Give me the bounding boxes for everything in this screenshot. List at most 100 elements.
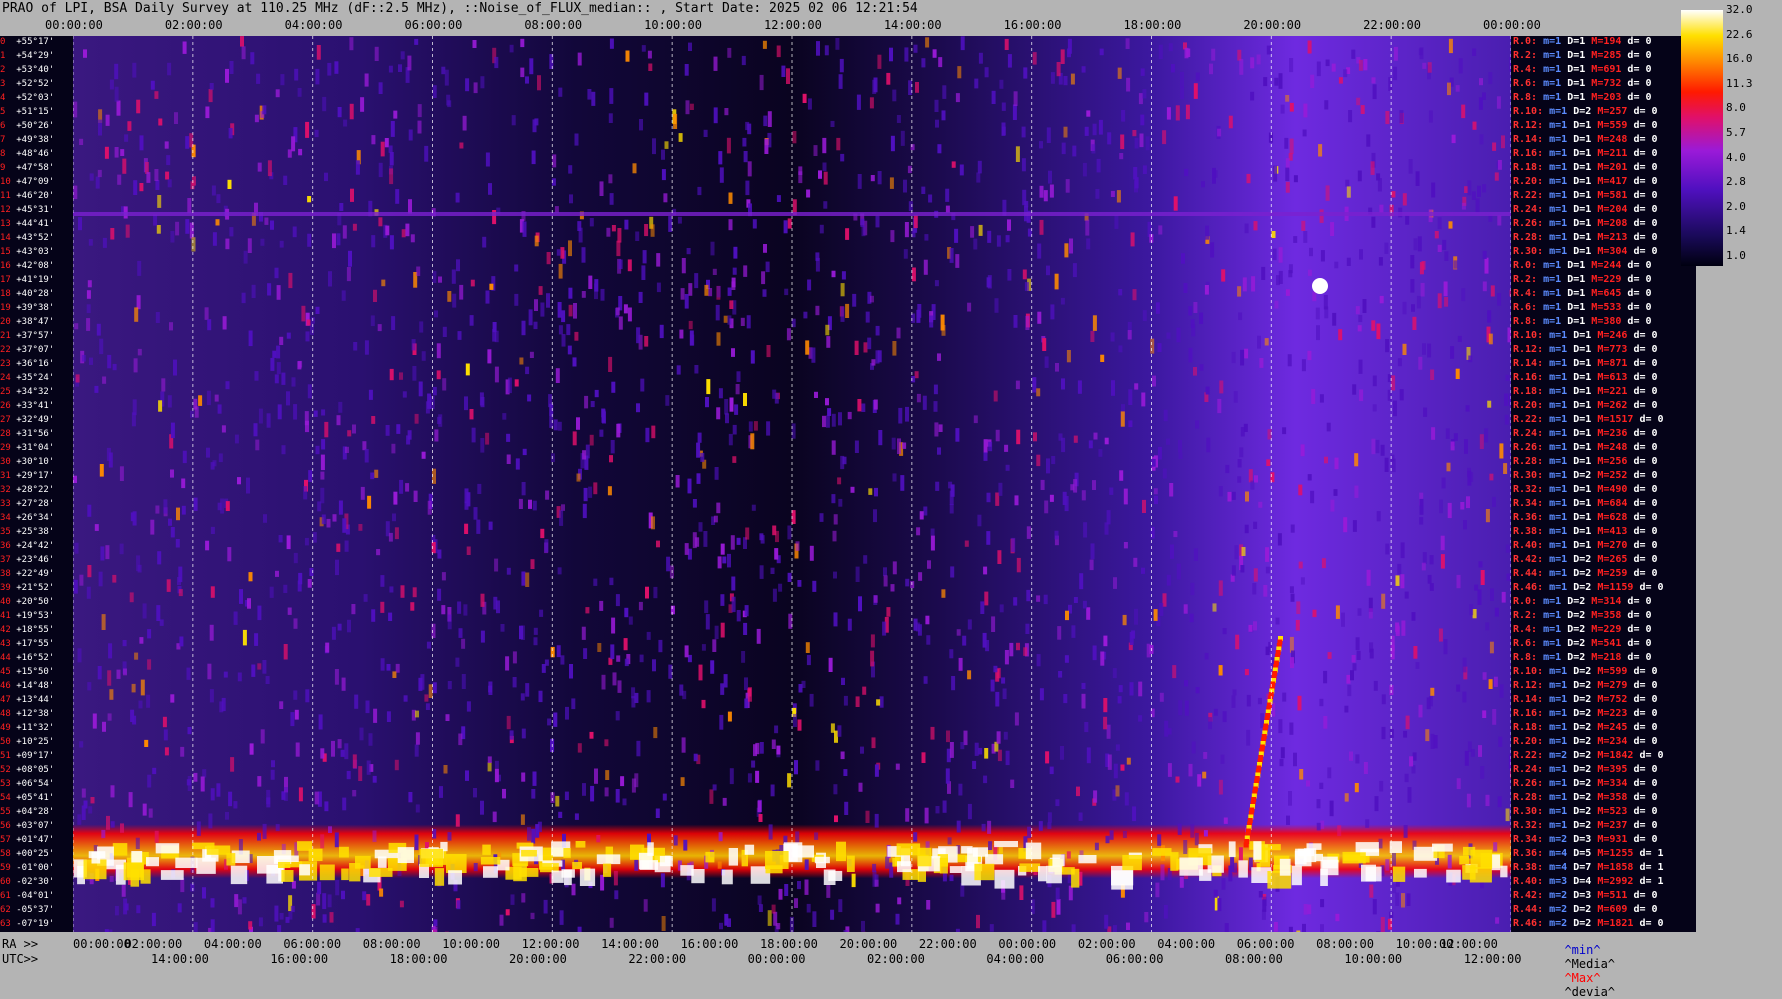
heatmap-cell (665, 141, 669, 149)
heatmap-cell (1005, 650, 1009, 664)
heatmap-cell (1113, 577, 1117, 589)
heatmap-cell (1040, 186, 1044, 198)
declination-label: 38 +22°49' (0, 568, 73, 580)
heatmap-cell (531, 559, 535, 569)
heatmap-cell (730, 398, 734, 412)
heatmap-cell (751, 350, 755, 363)
heatmap-cell (242, 293, 246, 303)
heatmap-cell (1050, 495, 1054, 502)
declination-label: 16 +42°08' (0, 260, 73, 272)
heatmap-cell (951, 484, 955, 496)
heatmap-cell (1427, 697, 1431, 709)
heatmap-cell (874, 78, 878, 93)
heatmap-cell (133, 399, 137, 415)
ra-axis-tick: 02:00:00 (124, 937, 182, 951)
beam-stat-row: R.12: m=1 D=2 M=279 d= 0 (1513, 680, 1658, 692)
beam-stat-row: R.0: m=1 D=2 M=314 d= 0 (1513, 596, 1652, 608)
heatmap-cell (398, 64, 402, 72)
heatmap-cell (1371, 320, 1375, 331)
heatmap-cell (381, 142, 385, 157)
heatmap-cell (458, 331, 462, 340)
heatmap-cell (347, 771, 351, 779)
heatmap-cell (777, 46, 781, 58)
heatmap-cell (369, 733, 373, 746)
heatmap-cell (568, 346, 572, 355)
heatmap-cell (471, 280, 475, 287)
heatmap-cell (583, 504, 587, 518)
heatmap-cell (299, 787, 303, 801)
declination-label: 42 +18°55' (0, 624, 73, 636)
heatmap-cell (92, 852, 101, 864)
heatmap-cell (401, 51, 405, 59)
heatmap-cell (1024, 201, 1028, 207)
heatmap-cell (1131, 232, 1135, 246)
heatmap-cell (1290, 139, 1294, 154)
heatmap-cell (408, 792, 412, 802)
heatmap-cell (1168, 728, 1172, 734)
heatmap-cell (1249, 625, 1253, 632)
heatmap-cell (1343, 517, 1347, 532)
heatmap-cell (848, 412, 852, 419)
heatmap-cell (448, 681, 452, 689)
heatmap-cell (1421, 283, 1425, 297)
legend-median: ^Media^ (1564, 957, 1615, 971)
heatmap-cell (444, 765, 448, 774)
heatmap-cell (108, 930, 112, 932)
heatmap-cell (365, 340, 369, 354)
heatmap-cell (588, 276, 592, 289)
heatmap-cell (279, 535, 283, 542)
heatmap-cell (558, 567, 562, 574)
heatmap-cell (1174, 196, 1178, 210)
heatmap-cell (1358, 315, 1362, 322)
heatmap-cell (335, 560, 339, 575)
heatmap-cell (1382, 727, 1386, 739)
heatmap-cell (767, 345, 771, 357)
heatmap-cell (514, 265, 518, 272)
heatmap-cell (991, 616, 995, 632)
heatmap-cell (1290, 586, 1294, 593)
heatmap-cell (576, 841, 586, 848)
heatmap-cell (665, 395, 669, 406)
heatmap-cell (321, 439, 325, 449)
heatmap-cell (718, 862, 722, 869)
heatmap-cell (1172, 665, 1176, 678)
heatmap-cell (1497, 96, 1501, 108)
heatmap-cell (1235, 635, 1239, 650)
top-axis-tick: 02:00:00 (165, 18, 223, 32)
heatmap-cell (1416, 171, 1420, 186)
heatmap-cell (506, 434, 510, 442)
heatmap-cell (332, 627, 336, 640)
heatmap-cell (1208, 717, 1212, 729)
heatmap-cell (544, 539, 548, 552)
colorbar-tick: 2.8 (1726, 175, 1746, 188)
heatmap-cell (845, 228, 849, 240)
heatmap-cell (488, 756, 492, 763)
heatmap-cell (188, 776, 192, 791)
heatmap-cell (1152, 848, 1171, 856)
beam-stat-row: R.4: m=1 D=2 M=229 d= 0 (1513, 624, 1652, 636)
heatmap-cell (1452, 135, 1456, 143)
heatmap-cell (1047, 127, 1051, 143)
heatmap-cell (1311, 389, 1315, 404)
heatmap-cell (1335, 914, 1339, 921)
heatmap-cell (401, 585, 405, 598)
heatmap-cell (1239, 447, 1243, 457)
heatmap-cell (925, 37, 929, 47)
top-axis-tick: 12:00:00 (764, 18, 822, 32)
heatmap-cell (855, 441, 859, 454)
heatmap-cell (452, 270, 456, 284)
heatmap-cell (916, 527, 920, 535)
heatmap-cell (531, 829, 535, 844)
heatmap-cell (510, 45, 514, 53)
heatmap-cell (1454, 260, 1458, 268)
heatmap-cell (905, 808, 909, 822)
heatmap-cell (373, 776, 377, 783)
heatmap-cell (1045, 356, 1049, 368)
heatmap-cell (1234, 391, 1238, 403)
heatmap-cell (934, 422, 938, 436)
heatmap-cell (112, 575, 116, 583)
heatmap-cell (284, 644, 288, 660)
heatmap-cell (731, 577, 735, 591)
heatmap-cell (323, 914, 327, 922)
heatmap-cell (1067, 49, 1071, 58)
